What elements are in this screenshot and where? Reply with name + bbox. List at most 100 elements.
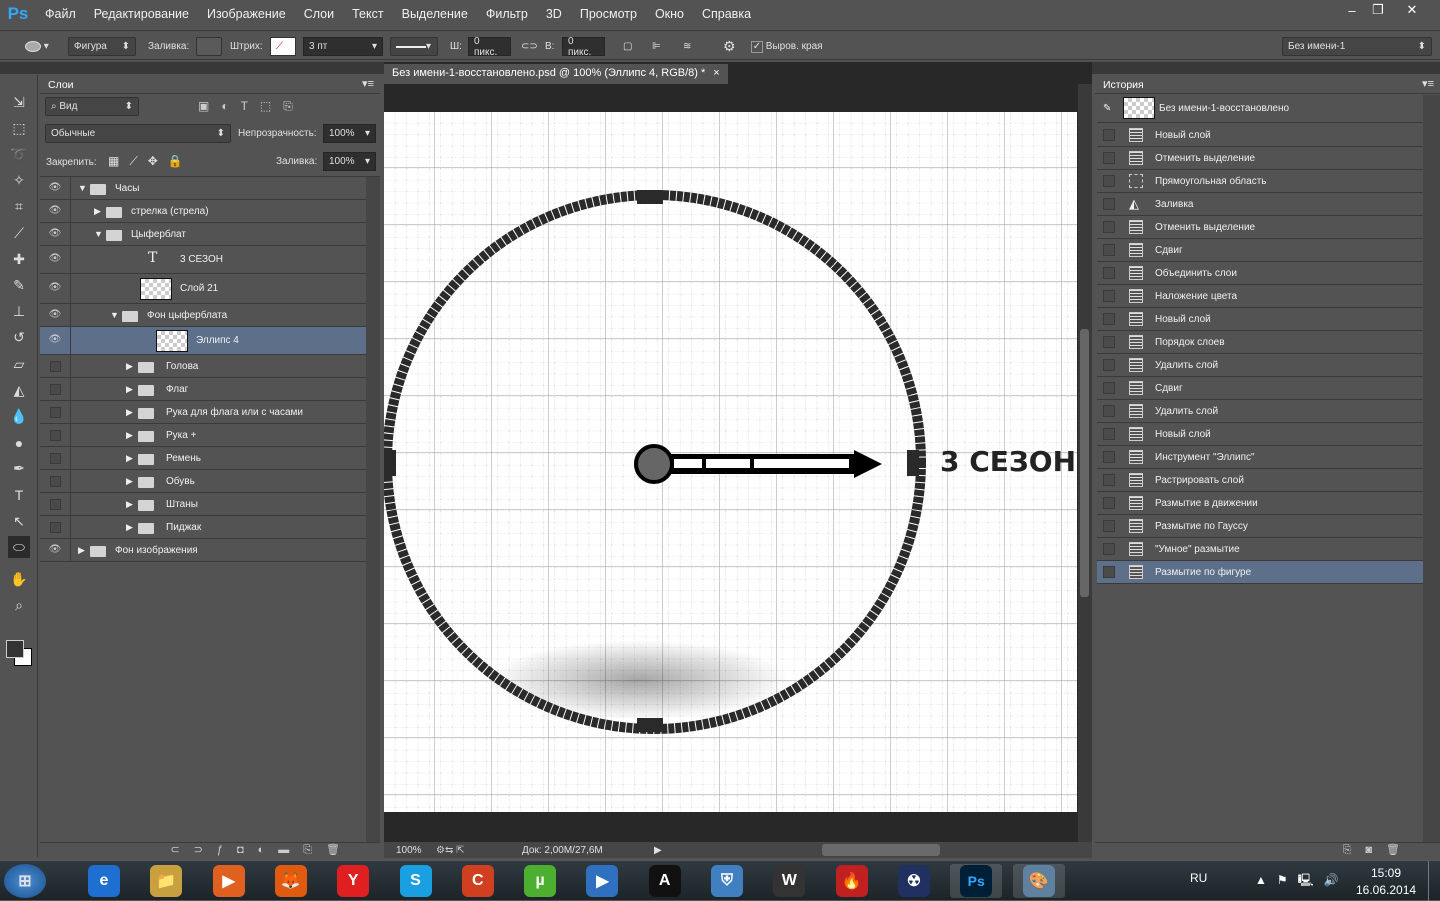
layer-row[interactable]: 👁 ▼ Цыферблат [40, 223, 366, 246]
eye-icon[interactable]: 👁 [46, 228, 64, 239]
history-source-checkbox[interactable] [1103, 405, 1115, 417]
taskbar-paint-icon[interactable]: 🎨 [1012, 864, 1065, 898]
windows-start-icon[interactable]: ⊞ [4, 864, 46, 898]
height-field[interactable]: 0 пикс. [562, 36, 605, 58]
panel-menu-icon[interactable]: ▾≡ [362, 77, 374, 90]
layer-row[interactable]: 👁 ▼ Фон цыферблата [40, 304, 366, 327]
menu-1[interactable]: Редактирование [85, 7, 198, 21]
layer-row[interactable]: ▶ Рука + [40, 424, 366, 447]
path-operations-icon[interactable]: ▢ [618, 37, 637, 56]
opacity-field[interactable]: 100% ▾ [323, 124, 376, 143]
history-item[interactable]: Инструмент "Эллипс" [1097, 446, 1423, 469]
blur-tool-icon[interactable]: 💧 [8, 405, 30, 427]
history-item[interactable]: Размытие по фигуре [1097, 561, 1423, 584]
history-source-checkbox[interactable] [1103, 382, 1115, 394]
taskbar-world-of-tanks-icon[interactable]: W [763, 864, 815, 898]
visibility-off-box[interactable] [50, 498, 61, 510]
visibility-toggle[interactable]: 👁 [40, 246, 71, 273]
panel-menu-icon[interactable]: ▾≡ [1422, 77, 1434, 90]
layer-row[interactable]: 👁 Эллипс 4 [40, 327, 366, 355]
history-source-checkbox[interactable] [1103, 474, 1115, 486]
menu-6[interactable]: Фильтр [477, 7, 537, 21]
history-source-checkbox[interactable] [1103, 198, 1115, 210]
visibility-toggle[interactable] [40, 493, 71, 515]
visibility-toggle[interactable]: 👁 [40, 327, 71, 354]
move-tool-icon[interactable]: ⇲ [8, 91, 30, 113]
lock-icons[interactable]: ▦⟋✥🔒 [108, 154, 193, 169]
history-item[interactable]: Прямоугольная область [1097, 170, 1423, 193]
history-source-checkbox[interactable] [1103, 152, 1115, 164]
mode-select[interactable]: Фигура ⬍ [68, 37, 136, 56]
stroke-type-select[interactable]: ▾ [390, 37, 438, 56]
workspace-select[interactable]: Без имени-1 ⬍ [1282, 37, 1432, 56]
taskbar-firefox-icon[interactable]: 🦊 [265, 864, 317, 898]
layers-footer-icons[interactable]: ⊂⊃ƒ◘◐▬⎘🗑 [40, 842, 380, 858]
visibility-toggle[interactable]: 👁 [40, 177, 71, 199]
taskbar-skype-icon[interactable]: S [390, 864, 442, 898]
history-brush-icon[interactable]: ✎ [1103, 103, 1111, 114]
visibility-toggle[interactable]: 👁 [40, 200, 71, 222]
history-item[interactable]: Сдвиг [1097, 377, 1423, 400]
clock-date[interactable]: 16.06.2014 [1356, 883, 1416, 897]
ellipse-tool-preset-icon[interactable]: ▾ [20, 37, 54, 56]
taskbar-utorrent-icon[interactable]: µ [514, 864, 566, 898]
path-arrangement-icon[interactable]: ≋ [678, 37, 696, 56]
close-window-button[interactable]: ✕ [1388, 0, 1436, 20]
menu-0[interactable]: Файл [36, 7, 85, 21]
layer-filter-icons[interactable]: ▣◐T⬚⎘ [198, 99, 305, 114]
close-tab-icon[interactable]: × [713, 67, 719, 81]
marquee-tool-icon[interactable]: ⬚ [8, 117, 30, 139]
history-item[interactable]: Новый слой [1097, 124, 1423, 147]
chevron-right-icon[interactable]: ▶ [126, 407, 133, 418]
stroke-width-field[interactable]: 3 пт ▾ [303, 37, 383, 56]
tab-history[interactable]: История [1095, 75, 1152, 93]
dodge-tool-icon[interactable]: ● [8, 432, 30, 454]
layer-row[interactable]: ▶ Ремень [40, 447, 366, 470]
history-source-checkbox[interactable] [1103, 221, 1115, 233]
blend-mode-select[interactable]: Обычные ⬍ [45, 124, 231, 143]
brush-tool-icon[interactable]: ✎ [8, 274, 30, 296]
chevron-down-icon[interactable]: ▼ [78, 183, 87, 193]
width-field[interactable]: 0 пикс. [468, 36, 511, 58]
history-source-checkbox[interactable] [1103, 451, 1115, 463]
taskbar-ccleaner-icon[interactable]: C [452, 864, 504, 898]
chevron-down-icon[interactable]: ▼ [110, 310, 119, 320]
fill-opacity-field[interactable]: 100% ▾ [323, 152, 376, 171]
history-item[interactable]: Наложение цвета [1097, 285, 1423, 308]
chevron-right-icon[interactable]: ▶ [126, 384, 133, 395]
vertical-scrollbar[interactable] [1078, 84, 1092, 842]
eye-icon[interactable]: 👁 [46, 309, 64, 320]
layer-row[interactable]: 👁 ▶ стрелка (стрела) [40, 200, 366, 223]
history-item[interactable]: Объединить слои [1097, 262, 1423, 285]
history-footer-icons[interactable]: ⎘◙🗑 [1095, 842, 1440, 858]
visibility-off-box[interactable] [50, 475, 61, 487]
history-snapshot[interactable]: ✎ Без имени-1-восстановлено [1097, 95, 1423, 123]
visibility-off-box[interactable] [50, 360, 61, 372]
eye-icon[interactable]: 👁 [46, 334, 64, 345]
taskbar-flame-app-icon[interactable]: 🔥 [826, 864, 878, 898]
chevron-right-icon[interactable]: ▶ [126, 361, 133, 372]
visibility-toggle[interactable] [40, 378, 71, 400]
chevron-right-icon[interactable]: ▶ [126, 453, 133, 464]
history-item[interactable]: Порядок слоев [1097, 331, 1423, 354]
history-item[interactable]: Новый слой [1097, 423, 1423, 446]
zoom-level[interactable]: 100% [396, 845, 436, 856]
zoom-tool-icon[interactable]: ⌕ [8, 595, 30, 617]
history-item[interactable]: Растрировать слой [1097, 469, 1423, 492]
history-source-checkbox[interactable] [1103, 543, 1115, 555]
visibility-off-box[interactable] [50, 452, 61, 464]
healing-tool-icon[interactable]: ✚ [8, 248, 30, 270]
status-menu-arrow[interactable]: ▶ [654, 845, 672, 856]
chevron-right-icon[interactable]: ▶ [126, 476, 133, 487]
layer-row[interactable]: ▶ Рука для флага или с часами [40, 401, 366, 424]
visibility-toggle[interactable] [40, 516, 71, 538]
menu-4[interactable]: Текст [343, 7, 392, 21]
history-scrollbar[interactable] [1423, 95, 1440, 842]
taskbar-stalker-icon[interactable]: ☢ [888, 864, 940, 898]
fill-swatch[interactable] [196, 37, 222, 56]
eyedropper-tool-icon[interactable]: ⟋ [8, 222, 30, 244]
pen-tool-icon[interactable]: ✒ [8, 458, 30, 480]
history-source-checkbox[interactable] [1103, 359, 1115, 371]
visibility-toggle[interactable] [40, 401, 71, 423]
bucket-tool-icon[interactable]: ◭ [8, 379, 30, 401]
